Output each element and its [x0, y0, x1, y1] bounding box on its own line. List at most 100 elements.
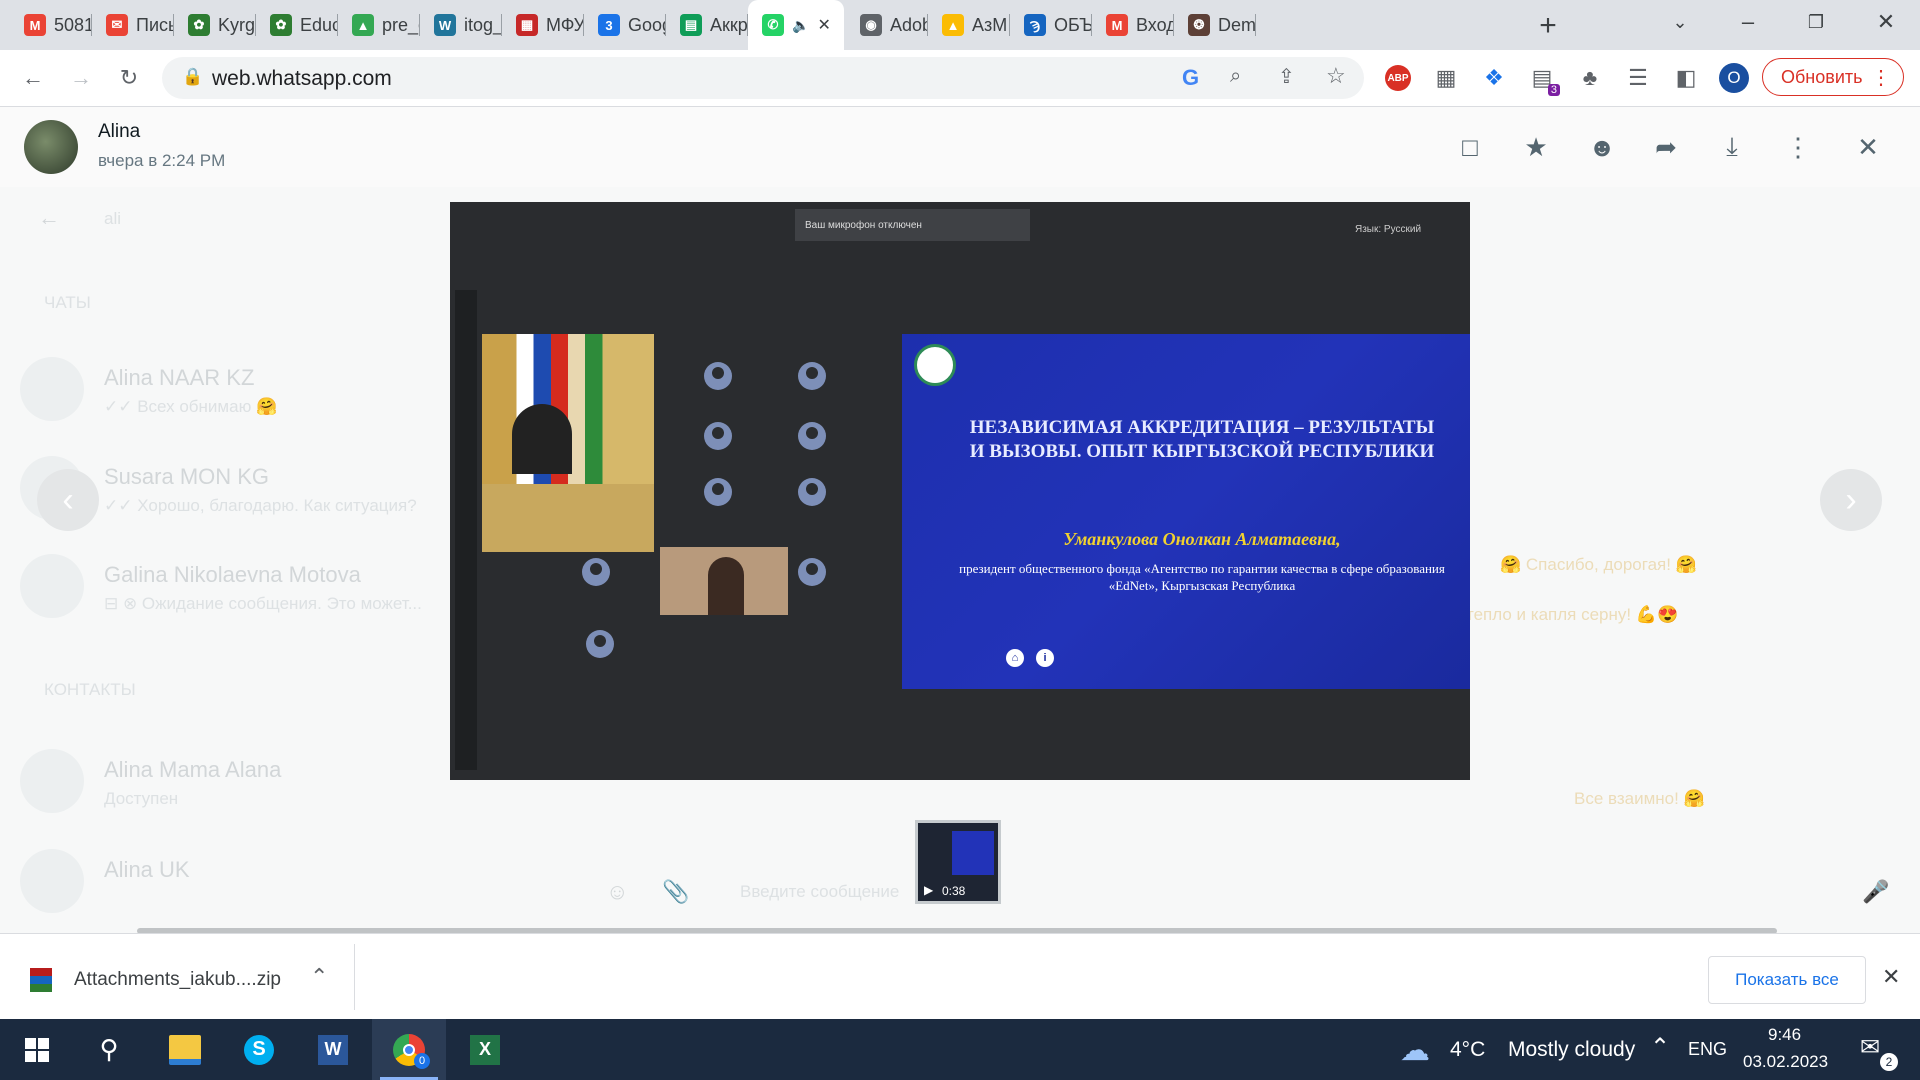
zoom-icon[interactable]: ⌕: [1230, 65, 1241, 88]
extension-icon-2[interactable]: ❖: [1474, 58, 1514, 98]
more-options-icon[interactable]: ⋮: [1778, 127, 1818, 167]
update-button[interactable]: Обновить ⋮: [1762, 58, 1904, 96]
background-chat-avatar: [20, 849, 84, 913]
background-chat-preview: ✓✓ Всех обнимаю 🤗: [104, 397, 278, 416]
tab-close-icon[interactable]: ✕: [817, 15, 830, 35]
weather-cloud-icon[interactable]: ☁: [1400, 1033, 1430, 1068]
browser-tab[interactable]: 3 Goog: [584, 0, 666, 50]
flower-icon: ✿: [270, 14, 292, 36]
back-icon[interactable]: ←: [13, 58, 53, 98]
tab-label: Вход: [1136, 14, 1174, 35]
weather-temperature[interactable]: 4°C: [1450, 1038, 1485, 1062]
notifications-icon[interactable]: ✉: [1860, 1033, 1880, 1062]
update-label: Обновить: [1781, 66, 1863, 87]
speaker-desk: [482, 484, 654, 552]
media-icon[interactable]: ☰: [1618, 58, 1658, 98]
bookmark-star-icon[interactable]: ☆: [1326, 63, 1346, 89]
reload-icon[interactable]: ↻: [109, 58, 149, 98]
browser-tab[interactable]: ▤ Аккр: [666, 0, 748, 50]
excel-icon[interactable]: X: [448, 1019, 522, 1080]
tab-label: Educ: [300, 14, 338, 35]
tray-chevron-up-icon[interactable]: ⌃: [1650, 1033, 1670, 1062]
close-window-button[interactable]: ✕: [1856, 0, 1916, 44]
restore-button[interactable]: ❐: [1786, 0, 1846, 44]
adblock-icon[interactable]: ABP: [1378, 58, 1418, 98]
tab-label: pre_c: [382, 14, 420, 35]
side-panel-icon[interactable]: ◧: [1666, 58, 1706, 98]
sender-avatar[interactable]: [24, 120, 78, 174]
profile-avatar[interactable]: O: [1714, 58, 1754, 98]
minimize-button[interactable]: –: [1718, 0, 1778, 44]
browser-tab[interactable]: ▲ АзМ: [928, 0, 1010, 50]
browser-tab[interactable]: Witog_: [420, 0, 502, 50]
input-language[interactable]: ENG: [1688, 1039, 1727, 1060]
file-explorer-icon[interactable]: [148, 1019, 222, 1080]
clock-date[interactable]: 03.02.2023: [1743, 1052, 1828, 1072]
word-icon[interactable]: W: [296, 1019, 370, 1080]
browser-tab[interactable]: M Вход: [1092, 0, 1174, 50]
tab-label: АзМ: [972, 14, 1008, 35]
browser-tab[interactable]: ✉ Пись: [92, 0, 174, 50]
profile-initial: O: [1719, 63, 1749, 93]
go-to-message-icon[interactable]: □: [1450, 127, 1490, 167]
star-icon[interactable]: ★: [1516, 127, 1556, 167]
media-thumbnail[interactable]: ▶ 0:38: [915, 820, 1001, 904]
forward-icon[interactable]: ➦: [1646, 127, 1686, 167]
forward-icon[interactable]: →: [61, 58, 101, 98]
search-icon[interactable]: ⚲: [72, 1019, 146, 1080]
chrome-icon[interactable]: 0: [372, 1019, 446, 1080]
next-media-button[interactable]: ›: [1820, 469, 1882, 531]
background-message: тепло и капля серну! 💪😍: [1466, 605, 1679, 624]
skype-icon[interactable]: S: [222, 1019, 296, 1080]
chevron-up-icon[interactable]: ⌃: [310, 964, 328, 990]
show-all-downloads-button[interactable]: Показать все: [1708, 956, 1866, 1004]
tab-search-icon[interactable]: ⌄: [1650, 0, 1710, 44]
browser-tab[interactable]: ◉ Adob: [846, 0, 928, 50]
background-message: Все взаимно! 🤗: [1574, 789, 1705, 808]
puzzle-icon[interactable]: ♣: [1570, 58, 1610, 98]
google-icon[interactable]: G: [1182, 65, 1199, 91]
share-icon[interactable]: ⇪: [1278, 64, 1295, 89]
weather-description[interactable]: Mostly cloudy: [1508, 1038, 1635, 1062]
video-duration: 0:38: [942, 884, 966, 898]
whatsapp-media-viewer: ← ali ЧАТЫ КОНТАКТЫ Alina NAAR KZ ✓✓ Всех…: [0, 107, 1920, 933]
close-downloads-icon[interactable]: ✕: [1882, 964, 1900, 990]
extension-badge: 3: [1547, 84, 1560, 96]
new-tab-button[interactable]: +: [1528, 6, 1568, 46]
browser-tab[interactable]: M 5081: [10, 0, 92, 50]
video-player[interactable]: Ваш микрофон отключен Язык: Русский НЕЗА…: [450, 202, 1470, 780]
browser-tab[interactable]: ❂ Dem: [1174, 0, 1256, 50]
close-viewer-icon[interactable]: ✕: [1848, 127, 1888, 167]
downloads-bar: Attachments_iakub....zip ⌃ Показать все …: [0, 933, 1920, 1020]
browser-tab[interactable]: ▲ pre_c: [338, 0, 420, 50]
sender-name[interactable]: Alina: [98, 121, 140, 143]
conference-sidebar: [455, 290, 477, 770]
clock-time[interactable]: 9:46: [1768, 1025, 1801, 1045]
tab-label: МФУ: [546, 14, 584, 35]
previous-media-button[interactable]: ‹: [37, 469, 99, 531]
download-icon[interactable]: ⤓: [1712, 127, 1752, 167]
tab-active-whatsapp[interactable]: ✆ 🔈 ✕: [748, 0, 844, 50]
video-camera-icon: ▶: [924, 883, 934, 897]
tab-audio-icon[interactable]: 🔈: [792, 17, 809, 34]
extension-icon[interactable]: ▦: [1426, 58, 1466, 98]
drive-icon: ▲: [352, 14, 374, 36]
download-filename[interactable]: Attachments_iakub....zip: [74, 969, 281, 991]
react-emoji-icon[interactable]: ☻: [1582, 127, 1622, 167]
tab-label: Goog: [628, 14, 666, 35]
sheets-icon: ▤: [680, 14, 702, 36]
whatsapp-icon: ✆: [762, 14, 784, 36]
url-text[interactable]: web.whatsapp.com: [212, 67, 392, 91]
site-icon: Ϡ: [1024, 14, 1046, 36]
background-chat-name: Susara MON KG: [104, 464, 270, 489]
windows-start-icon[interactable]: [0, 1019, 74, 1080]
browser-tab[interactable]: Ϡ ОБЪ: [1010, 0, 1092, 50]
browser-tab[interactable]: ✿ Kyrgy: [174, 0, 256, 50]
browser-tab[interactable]: ▦ МФУ: [502, 0, 584, 50]
extension-icon-3[interactable]: ▤ 3: [1522, 58, 1562, 98]
background-search-text: ali: [104, 209, 122, 228]
browser-tab[interactable]: ✿ Educ: [256, 0, 338, 50]
viewer-header: Alina вчера в 2:24 PM □ ★ ☻ ➦ ⤓ ⋮ ✕: [0, 107, 1920, 187]
address-bar[interactable]: 🔒 web.whatsapp.com G ⌕ ⇪ ☆: [162, 57, 1364, 99]
mic-icon: 🎤: [1862, 879, 1890, 904]
